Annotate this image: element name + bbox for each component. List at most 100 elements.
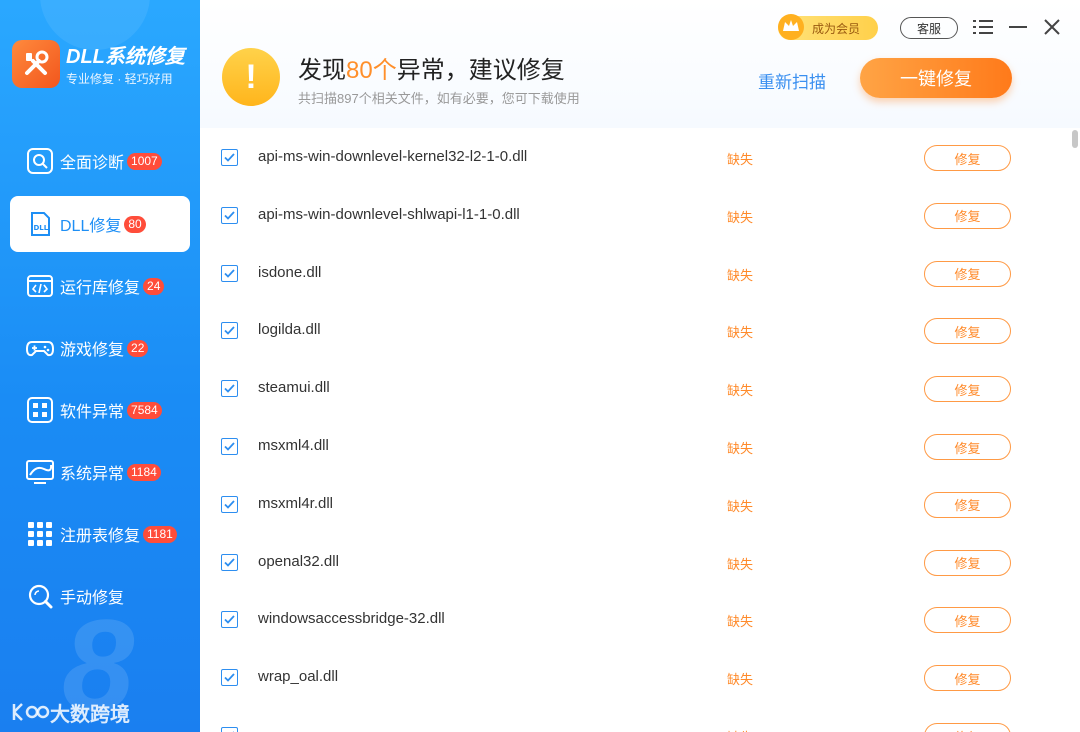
status-text: 缺失 [727,325,754,341]
status-text: 缺失 [727,727,753,732]
nav-badge: 1007 [127,152,162,170]
software-icon [26,396,54,424]
checkmark-icon [224,211,235,220]
nav-badge: 1184 [127,463,161,481]
file-name: logilda.dll [258,321,321,339]
checkmark-icon [224,615,235,625]
nav-item-runtime[interactable]: 运行库修复 24 [10,258,190,314]
repair-button[interactable]: 修复 [924,145,1011,171]
checkbox[interactable] [221,206,238,224]
checkmark-icon [224,153,235,162]
nav-item-registry[interactable]: 注册表修复 1181 [10,506,190,562]
file-name: steamui.dll [258,379,330,397]
repair-button[interactable]: 修复 [924,202,1011,229]
list-item: msxml4r.dll 缺失 修复 [200,475,1060,533]
checkbox[interactable] [221,611,238,629]
nav-label: 注册表修复 [60,528,141,545]
nav-label: 游戏修复 [60,342,125,359]
nav-item-game[interactable]: 游戏修复 22 [10,320,190,376]
nav-badge: 80 [124,215,146,233]
nav-label: 运行库修复 [60,280,141,297]
repair-button[interactable]: 修复 [924,607,1011,634]
issue-count: 80个 [346,57,397,84]
title-suffix: 异常，建议修复 [396,57,565,84]
file-name: api-ms-win-downlevel-shlwapi-l1-1-0.dll [258,205,520,223]
checkbox[interactable] [221,727,238,732]
list-item: isdone.dll 缺失 修复 [200,244,1060,302]
page-subtitle: 共扫描897个相关文件，如有必要，您可下载使用 [298,91,580,106]
repair-button[interactable]: 修复 [924,260,1011,287]
nav-item-diagnose[interactable]: 全面诊断 1007 [10,133,190,189]
nav-badge: 24 [143,277,165,295]
checkmark-icon [224,500,235,509]
checkmark-icon [224,268,235,278]
app-title: DLL系统修复 [66,46,185,68]
checkbox[interactable] [221,322,238,340]
checkmark-icon [224,442,235,451]
gamepad-icon [26,334,54,362]
vip-button[interactable]: 成为会员 [778,14,878,40]
status-text: 缺失 [727,383,754,399]
repair-button[interactable]: 修复 [924,665,1011,692]
checkbox[interactable] [221,495,238,513]
nav-badge: 22 [127,339,149,357]
list-item: windowsaccessbridge-32.dll 缺失 修复 [200,590,1060,648]
app-subtitle: 专业修复 · 轻巧好用 [66,72,173,86]
file-name: msxml4.dll [258,437,329,454]
menu-icon[interactable] [970,14,996,40]
list-item: wrap_oal.dll 缺失 修复 [200,648,1060,706]
vip-label: 成为会员 [812,21,861,36]
nav-item-dll[interactable]: DLL DLL修复 80 [10,196,190,252]
status-text: 缺失 [727,556,754,572]
file-name: openal32.dll [258,552,339,570]
status-text: 缺失 [727,614,754,630]
list-item: steamui.dll 缺失 修复 [200,359,1060,417]
list-item: api-ms-win-downlevel-shlwapi-l1-1-0.dll 缺… [200,186,1060,244]
nav-label: 软件异常 [60,404,125,421]
fix-all-button[interactable]: 一键修复 [860,58,1012,98]
repair-button[interactable]: 修复 [924,549,1011,576]
checkmark-icon [224,384,235,393]
nav-label: 系统异常 [60,466,125,483]
checkbox[interactable] [221,669,238,687]
sidebar: DLL系统修复 专业修复 · 轻巧好用 全面诊断 1007 DLL DLL修复 … [0,0,200,732]
close-icon[interactable] [1039,14,1065,40]
nav-badge: 7584 [127,401,162,419]
status-text: 缺失 [727,267,754,283]
repair-button[interactable]: 修复 [924,491,1011,518]
diagnose-icon [26,147,54,175]
status-text: 缺失 [727,209,754,225]
checkbox[interactable] [221,553,238,571]
checkbox[interactable] [221,264,238,282]
title-prefix: 发现 [298,57,346,84]
repair-button[interactable]: 修复 [924,376,1011,403]
repair-button[interactable]: 修复 [924,434,1011,460]
runtime-icon [26,272,54,300]
file-name: windowsaccessbridge-32.dll [258,610,445,628]
nav-item-system[interactable]: 系统异常 1184 [10,444,190,500]
checkbox[interactable] [221,380,238,398]
minimize-icon[interactable] [1005,14,1031,40]
list-item: api-ms-win-downlevel-kernel32-l2-1-0.dll… [200,128,1060,186]
status-text: 缺失 [727,152,754,167]
status-text: 缺失 [727,498,754,514]
repair-button[interactable]: 修复 [924,723,1011,732]
page-title: 发现80个异常，建议修复 [298,50,565,85]
dll-icon: DLL [26,210,54,238]
repair-button[interactable]: 修复 [924,318,1011,345]
dll-list: api-ms-win-downlevel-kernel32-l2-1-0.dll… [200,128,1080,732]
app-logo-icon [12,40,60,88]
file-name: msxml4r.dll [258,494,334,512]
watermark-logo-icon [12,702,50,721]
checkbox[interactable] [221,438,238,455]
service-button[interactable]: 客服 [900,17,958,39]
nav-badge: 1181 [143,525,177,543]
checkbox[interactable] [221,149,238,166]
scrollbar[interactable] [1072,130,1078,148]
nav-label: 全面诊断 [60,155,125,172]
system-icon [26,458,54,486]
nav-label: DLL修复 [60,218,122,235]
nav-item-software[interactable]: 软件异常 7584 [10,382,190,438]
rescan-link[interactable]: 重新扫描 [758,68,826,93]
status-text: 缺失 [727,672,754,688]
